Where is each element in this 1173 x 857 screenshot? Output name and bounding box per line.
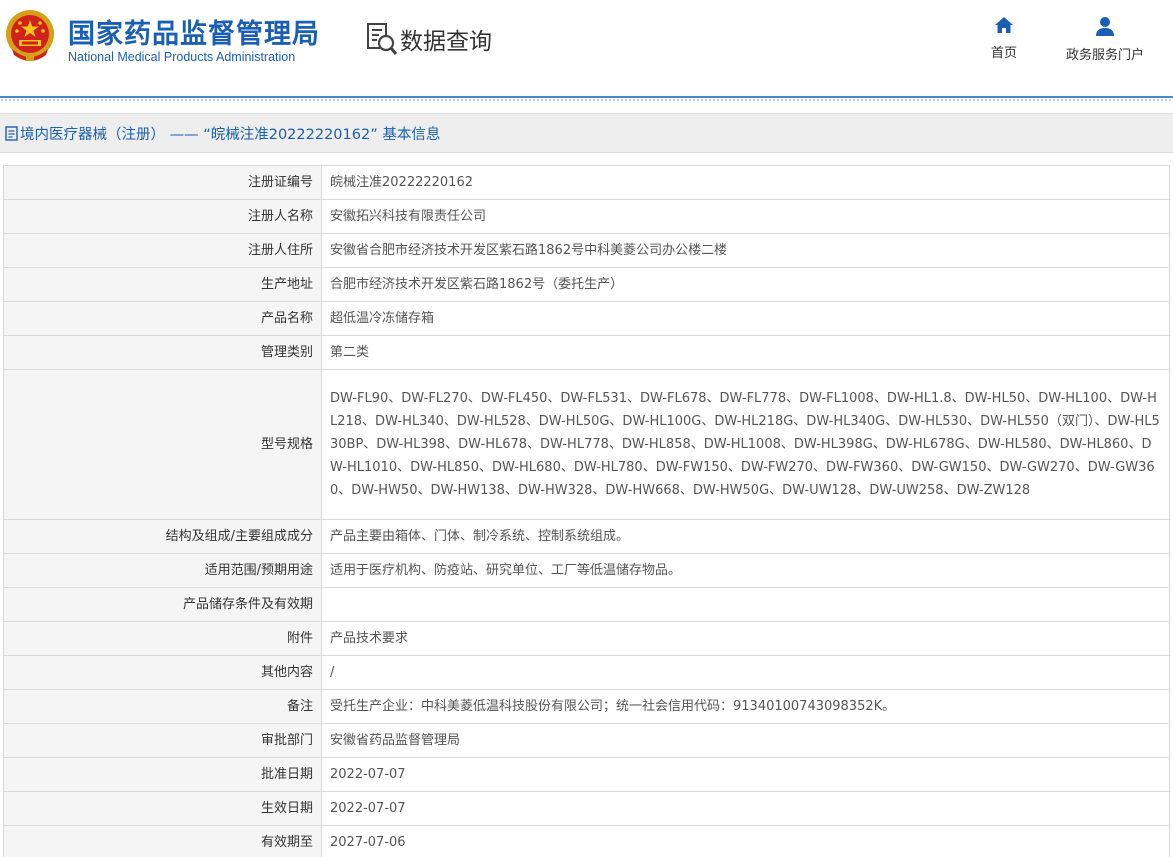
field-label: 备注 bbox=[3, 689, 322, 724]
field-label: 产品储存条件及有效期 bbox=[3, 587, 322, 622]
nav-service-label: 政务服务门户 bbox=[1065, 48, 1144, 63]
nav-home[interactable]: 首页 bbox=[988, 16, 1020, 61]
field-label: 产品名称 bbox=[3, 301, 322, 336]
document-icon bbox=[5, 125, 18, 141]
table-row: 注册人名称 安徽拓兴科技有限责任公司 bbox=[3, 199, 1170, 234]
table-row: 有效期至 2027-07-06 bbox=[3, 825, 1170, 857]
home-icon bbox=[995, 17, 1013, 33]
table-row: 适用范围/预期用途 适用于医疗机构、防疫站、研究单位、工厂等低温储存物品。 bbox=[3, 553, 1170, 588]
field-value: / bbox=[321, 655, 1170, 690]
data-query-label: 数据查询 bbox=[400, 29, 492, 55]
data-query-title: 数据查询 bbox=[366, 22, 492, 56]
site-header: 国家药品监督管理局 National Medical Products Admi… bbox=[0, 0, 1173, 96]
field-label: 结构及组成/主要组成成分 bbox=[3, 519, 322, 554]
nav-home-label: 首页 bbox=[990, 46, 1017, 61]
field-label: 注册证编号 bbox=[3, 165, 322, 200]
field-value: 适用于医疗机构、防疫站、研究单位、工厂等低温储存物品。 bbox=[321, 553, 1170, 588]
record-title-bar: 境内医疗器械（注册） —— “皖械注准20222220162” 基本信息 bbox=[0, 113, 1173, 153]
field-label: 批准日期 bbox=[3, 757, 322, 792]
nav-service-portal[interactable]: 政务服务门户 bbox=[1061, 16, 1149, 63]
table-row: 审批部门 安徽省药品监督管理局 bbox=[3, 723, 1170, 758]
record-title: 境内医疗器械（注册） —— “皖械注准20222220162” 基本信息 bbox=[20, 126, 441, 143]
org-name-en: National Medical Products Administration bbox=[68, 50, 296, 64]
field-value: 2027-07-06 bbox=[321, 825, 1170, 857]
table-row: 附件 产品技术要求 bbox=[3, 621, 1170, 656]
table-row: 结构及组成/主要组成成分 产品主要由箱体、门体、制冷系统、控制系统组成。 bbox=[3, 519, 1170, 554]
field-label: 审批部门 bbox=[3, 723, 322, 758]
field-value: DW-FL90、DW-FL270、DW-FL450、DW-FL531、DW-FL… bbox=[321, 369, 1170, 520]
field-value: 合肥市经济技术开发区紫石路1862号（委托生产） bbox=[321, 267, 1170, 302]
field-value bbox=[321, 587, 1170, 622]
field-value: 超低温冷冻储存箱 bbox=[321, 301, 1170, 336]
field-label: 有效期至 bbox=[3, 825, 322, 857]
field-value: 产品技术要求 bbox=[321, 621, 1170, 656]
table-row: 生效日期 2022-07-07 bbox=[3, 791, 1170, 826]
document-search-icon bbox=[367, 23, 398, 55]
field-value: 2022-07-07 bbox=[321, 757, 1170, 792]
table-row: 批准日期 2022-07-07 bbox=[3, 757, 1170, 792]
field-value: 第二类 bbox=[321, 335, 1170, 370]
table-row: 管理类别 第二类 bbox=[3, 335, 1170, 370]
field-value: 受托生产企业：中科美菱低温科技股份有限公司；统一社会信用代码：913401007… bbox=[321, 689, 1170, 724]
field-label: 管理类别 bbox=[3, 335, 322, 370]
field-label: 型号规格 bbox=[3, 369, 322, 520]
registration-info-table: 注册证编号 皖械注准20222220162 注册人名称 安徽拓兴科技有限责任公司 注… bbox=[3, 165, 1170, 857]
field-label: 生产地址 bbox=[3, 267, 322, 302]
field-label: 附件 bbox=[3, 621, 322, 656]
field-value: 安徽拓兴科技有限责任公司 bbox=[321, 199, 1170, 234]
field-value: 产品主要由箱体、门体、制冷系统、控制系统组成。 bbox=[321, 519, 1170, 554]
table-row: 注册证编号 皖械注准20222220162 bbox=[3, 165, 1170, 200]
field-label: 生效日期 bbox=[3, 791, 322, 826]
field-label: 适用范围/预期用途 bbox=[3, 553, 322, 588]
table-row: 型号规格 DW-FL90、DW-FL270、DW-FL450、DW-FL531、D… bbox=[3, 369, 1170, 520]
table-row: 产品名称 超低温冷冻储存箱 bbox=[3, 301, 1170, 336]
table-row: 生产地址 合肥市经济技术开发区紫石路1862号（委托生产） bbox=[3, 267, 1170, 302]
user-icon bbox=[1096, 17, 1114, 36]
field-value: 皖械注准20222220162 bbox=[321, 165, 1170, 200]
header-divider-dots bbox=[0, 98, 1173, 102]
field-label: 注册人名称 bbox=[3, 199, 322, 234]
table-row: 备注 受托生产企业：中科美菱低温科技股份有限公司；统一社会信用代码：9134010… bbox=[3, 689, 1170, 724]
table-row: 产品储存条件及有效期 bbox=[3, 587, 1170, 622]
table-row: 其他内容 / bbox=[3, 655, 1170, 690]
national-emblem-icon bbox=[6, 10, 54, 61]
field-value: 安徽省药品监督管理局 bbox=[321, 723, 1170, 758]
field-label: 其他内容 bbox=[3, 655, 322, 690]
table-row: 注册人住所 安徽省合肥市经济技术开发区紫石路1862号中科美菱公司办公楼二楼 bbox=[3, 233, 1170, 268]
field-value: 2022-07-07 bbox=[321, 791, 1170, 826]
field-label: 注册人住所 bbox=[3, 233, 322, 268]
org-name-cn: 国家药品监督管理局 bbox=[68, 19, 320, 50]
field-value: 安徽省合肥市经济技术开发区紫石路1862号中科美菱公司办公楼二楼 bbox=[321, 233, 1170, 268]
